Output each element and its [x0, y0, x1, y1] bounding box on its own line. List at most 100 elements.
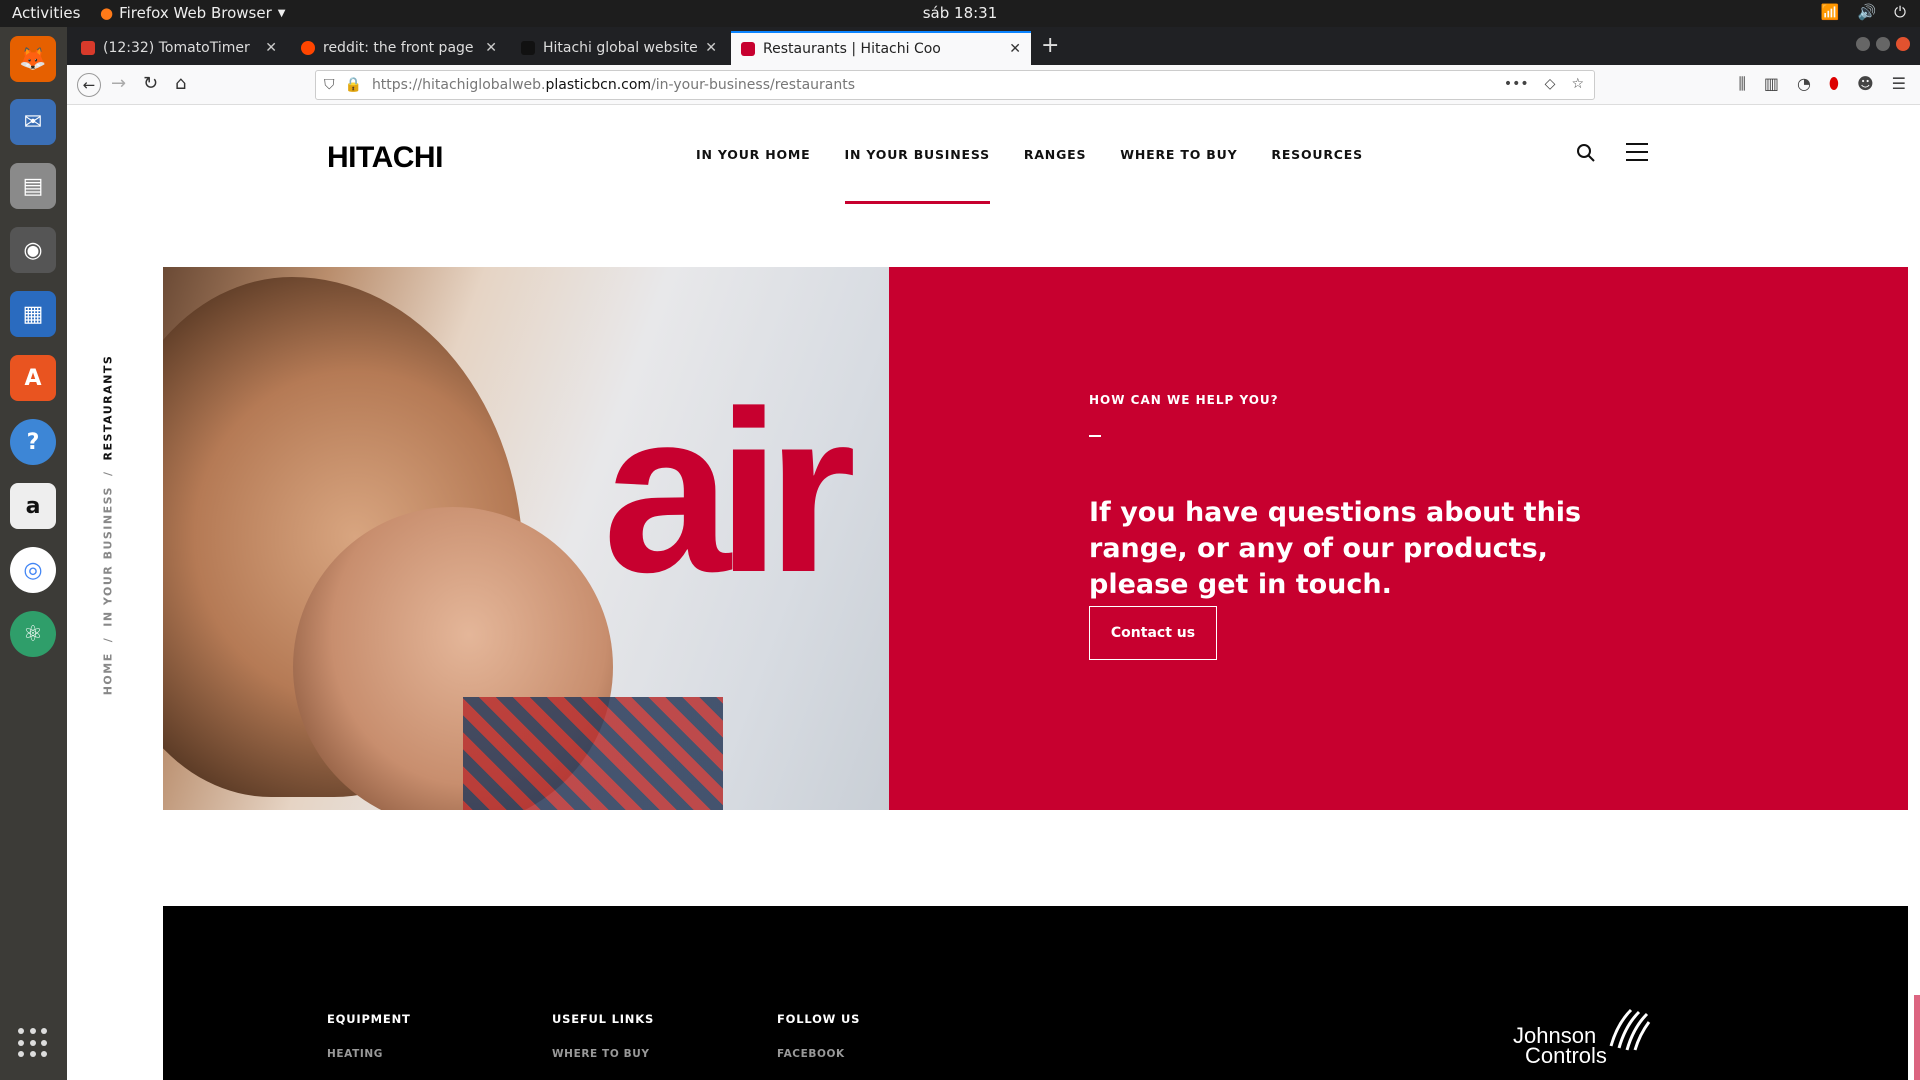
files-icon[interactable]: ▤ [10, 163, 56, 209]
maximize-button[interactable] [1876, 37, 1890, 51]
breadcrumb-home[interactable]: HOME [102, 652, 115, 695]
breadcrumb-separator: / [101, 470, 115, 477]
home-button[interactable]: ⌂ [175, 73, 186, 94]
contact-us-button[interactable]: Contact us [1089, 606, 1217, 660]
wifi-icon[interactable]: 📶 [1821, 3, 1840, 21]
web-page: HITACHI IN YOUR HOME IN YOUR BUSINESS RA… [67, 105, 1920, 1080]
close-icon[interactable]: ✕ [265, 40, 277, 56]
menu-icon[interactable] [1626, 143, 1648, 161]
footer-link[interactable]: HEATING [327, 1048, 411, 1060]
app-menu[interactable]: ● Firefox Web Browser ▼ [100, 4, 285, 22]
tab-title: Hitachi global website / I [543, 40, 698, 56]
footer-column-follow-us: FOLLOW US FACEBOOK [777, 1012, 860, 1060]
contact-kicker: HOW CAN WE HELP YOU? [1089, 393, 1279, 407]
amazon-icon[interactable]: a [10, 483, 56, 529]
divider [1089, 435, 1101, 437]
footer-heading: EQUIPMENT [327, 1012, 411, 1026]
sidebar-icon[interactable]: ▥ [1764, 74, 1779, 94]
url-bar[interactable]: ⛉ 🔒 https://hitachiglobalweb. plasticbcn.… [315, 70, 1595, 100]
volume-icon[interactable]: 🔊 [1857, 3, 1876, 21]
reload-button[interactable]: ↻ [143, 73, 158, 94]
footer-link[interactable]: FACEBOOK [777, 1048, 860, 1060]
footer-heading: FOLLOW US [777, 1012, 861, 1026]
library-icon[interactable]: ⫼ [1738, 74, 1745, 94]
extension-icon[interactable]: ☻ [1857, 74, 1874, 94]
nav-resources[interactable]: RESOURCES [1271, 147, 1362, 204]
clock[interactable]: sáb 18:31 [923, 4, 998, 22]
nav-in-your-business[interactable]: IN YOUR BUSINESS [844, 147, 991, 204]
new-tab-button[interactable]: + [1041, 33, 1059, 58]
footer-heading: USEFUL LINKS [552, 1012, 655, 1026]
breadcrumb-in-your-business[interactable]: IN YOUR BUSINESS [102, 486, 115, 627]
tab-title: Restaurants | Hitachi Coo [763, 41, 941, 57]
lock-icon[interactable]: 🔒 [345, 77, 362, 93]
atom-icon[interactable]: ⚛ [10, 611, 56, 657]
tab-tomatotimer[interactable]: (12:32) TomatoTimer ✕ [71, 31, 287, 65]
johnson-controls-mark-icon [1609, 1008, 1651, 1051]
system-tray[interactable]: 📶 🔊 ⏻ [1821, 3, 1906, 21]
scrollbar[interactable] [1914, 995, 1920, 1080]
system-top-bar: Activities ● Firefox Web Browser ▼ sáb 1… [0, 0, 1920, 27]
url-path: /in-your-business/restaurants [651, 77, 856, 93]
toolbar-icons: ⫼ ▥ ◔ ⬮ ☻ ☰ [1738, 74, 1906, 94]
minimize-button[interactable] [1856, 37, 1870, 51]
photo-shirt [463, 697, 723, 810]
footer-column-useful-links: USEFUL LINKS WHERE TO BUY [552, 1012, 654, 1060]
back-button[interactable]: ← [77, 73, 101, 97]
search-icon[interactable] [1576, 143, 1596, 163]
tab-title: reddit: the front page of [323, 40, 478, 56]
nav-in-your-home[interactable]: IN YOUR HOME [696, 147, 811, 204]
forward-button[interactable]: → [111, 73, 126, 94]
account-icon[interactable]: ◔ [1797, 74, 1811, 94]
tab-hitachi-global[interactable]: Hitachi global website / I ✕ [511, 31, 727, 65]
window-controls [1856, 37, 1910, 51]
arrow-right-icon: → [111, 73, 127, 94]
help-icon[interactable]: ? [10, 419, 56, 465]
firefox-icon: ● [100, 4, 114, 22]
pocket-icon[interactable]: ◇ [1545, 76, 1556, 92]
contact-headline: If you have questions about this range, … [1089, 497, 1582, 600]
close-icon[interactable]: ✕ [1009, 41, 1021, 57]
nav-ranges[interactable]: RANGES [1024, 147, 1086, 204]
nav-where-to-buy[interactable]: WHERE TO BUY [1120, 147, 1237, 204]
show-apps-icon[interactable] [18, 1028, 48, 1058]
tab-reddit[interactable]: reddit: the front page of ✕ [291, 31, 507, 65]
star-icon[interactable]: ☆ [1571, 76, 1584, 92]
navigation-toolbar: ← → ↻ ⌂ ⛉ 🔒 https://hitachiglobalweb. pla… [67, 65, 1920, 105]
breadcrumb-separator: / [101, 636, 115, 643]
contact-panel: HOW CAN WE HELP YOU? If you have questio… [889, 267, 1908, 810]
rhythmbox-icon[interactable]: ◉ [10, 227, 56, 273]
extension-icon[interactable]: ⬮ [1829, 74, 1839, 94]
close-icon[interactable]: ✕ [705, 40, 717, 56]
partner-name-line2: Controls [1525, 1043, 1607, 1068]
software-center-icon[interactable]: A [10, 355, 56, 401]
power-icon[interactable]: ⏻ [1894, 3, 1906, 21]
footer-column-equipment: EQUIPMENT HEATING [327, 1012, 411, 1060]
tab-favicon [81, 41, 95, 55]
activities-button[interactable]: Activities [12, 4, 80, 22]
close-icon[interactable]: ✕ [485, 40, 497, 56]
main-navigation: IN YOUR HOME IN YOUR BUSINESS RANGES WHE… [696, 147, 1363, 204]
tab-favicon [301, 41, 315, 55]
home-icon: ⌂ [175, 73, 187, 94]
shield-icon[interactable]: ⛉ [324, 77, 335, 93]
hamburger-menu-icon[interactable]: ☰ [1892, 74, 1906, 94]
hero-image: air [163, 267, 889, 810]
johnson-controls-logo[interactable]: Johnson Controls [1511, 1006, 1651, 1076]
reload-icon: ↻ [143, 73, 159, 94]
site-logo[interactable]: HITACHI [327, 141, 443, 175]
firefox-icon[interactable]: 🦊 [10, 36, 56, 82]
tab-restaurants[interactable]: Restaurants | Hitachi Coo ✕ [731, 31, 1031, 65]
hero-image-word: air [603, 363, 856, 620]
writer-icon[interactable]: ▦ [10, 291, 56, 337]
thunderbird-icon[interactable]: ✉ [10, 99, 56, 145]
footer-link[interactable]: WHERE TO BUY [552, 1048, 654, 1060]
chevron-down-icon: ▼ [277, 7, 286, 19]
chrome-icon[interactable]: ◎ [10, 547, 56, 593]
close-window-button[interactable] [1896, 37, 1910, 51]
url-prefix: https://hitachiglobalweb. [371, 77, 546, 93]
tab-bar: (12:32) TomatoTimer ✕ reddit: the front … [67, 27, 1920, 65]
more-actions-icon[interactable]: ••• [1504, 76, 1529, 92]
dock: 🦊 ✉ ▤ ◉ ▦ A ? a ◎ ⚛ [0, 27, 67, 1080]
url-domain: plasticbcn.com [545, 77, 652, 93]
